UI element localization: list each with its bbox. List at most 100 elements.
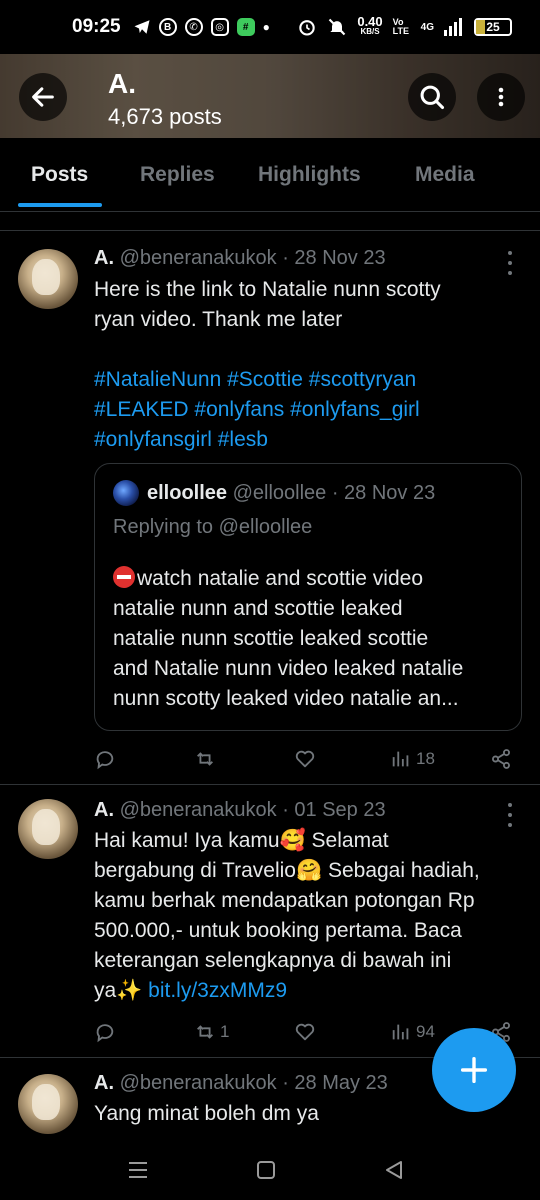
quoted-text-line: watch natalie and scottie video (137, 567, 424, 590)
alarm-icon (299, 20, 316, 36)
post-item[interactable]: A. @beneranakukok · 28 Nov 23 Here is th… (0, 231, 540, 784)
quoted-text: watch natalie and scottie video natalie … (113, 564, 513, 714)
no-entry-icon (113, 566, 135, 588)
post-more-button[interactable] (500, 251, 520, 275)
posts-count: 4,673 posts (108, 104, 222, 129)
signal-icon (444, 18, 462, 36)
like-button[interactable] (294, 744, 320, 774)
author-name[interactable]: A. (94, 799, 114, 821)
views-icon (392, 1024, 409, 1040)
instagram-icon: ◎ (210, 18, 229, 36)
views-button[interactable]: 18 (390, 744, 435, 774)
plus-icon (460, 1056, 488, 1084)
quoted-text-line: natalie nunn and scottie leaked (113, 597, 403, 620)
author-handle-date: @beneranakukok · 28 Nov 23 (119, 247, 386, 269)
author-name[interactable]: A. (94, 247, 114, 269)
more-vertical-icon (498, 87, 504, 107)
back-button[interactable] (19, 73, 67, 121)
tab-highlights[interactable]: Highlights (258, 138, 361, 212)
reply-icon (96, 1024, 114, 1043)
hashtags-line[interactable]: #LEAKED #onlyfans #onlyfans_girl (94, 395, 514, 425)
hashtags-line[interactable]: #onlyfansgirl #lesb (94, 425, 514, 455)
home-button[interactable] (254, 1158, 278, 1182)
repost-icon (197, 752, 213, 766)
system-nav-bar (0, 1140, 540, 1200)
post-text-line: Here is the link to Natalie nunn scotty (94, 278, 441, 301)
post-text-line: ryan video. Thank me later (94, 308, 343, 331)
views-button[interactable]: 94 (390, 1017, 435, 1047)
system-back-button[interactable] (382, 1158, 406, 1182)
views-icon (392, 751, 409, 767)
repost-count: 1 (220, 1022, 230, 1041)
telegram-icon (134, 20, 150, 34)
quoted-post[interactable]: elloollee @elloollee · 28 Nov 23 Replyin… (94, 463, 522, 731)
views-count: 18 (416, 749, 435, 768)
repost-button[interactable] (194, 744, 220, 774)
mute-icon (329, 18, 346, 36)
status-time: 09:25 (72, 16, 121, 37)
heart-icon (295, 750, 315, 768)
post-text: Here is the link to Natalie nunn scotty … (94, 275, 514, 455)
share-icon (492, 749, 510, 769)
status-bar: 09:25 B ✆ ◎ # ● 0.40 KB/S Vo LTE 4G 25 (0, 0, 540, 54)
author-handle-date: @beneranakukok · 28 May 23 (119, 1072, 388, 1094)
active-tab-indicator (18, 203, 102, 207)
battery-icon: 25 (474, 18, 512, 36)
avatar[interactable] (18, 799, 78, 859)
more-options-button[interactable] (477, 73, 525, 121)
repost-button[interactable]: 1 (194, 1017, 229, 1047)
tab-posts[interactable]: Posts (31, 138, 88, 212)
back-icon (386, 1161, 402, 1179)
author-name[interactable]: A. (94, 1072, 114, 1094)
home-icon (257, 1161, 275, 1179)
post-item[interactable]: A. @beneranakukok · 01 Sep 23 Hai kamu! … (0, 785, 540, 1057)
profile-header: A. 4,673 posts (0, 54, 540, 138)
hashtags-line[interactable]: #NatalieNunn #Scottie #scottyryan (94, 365, 514, 395)
quoted-text-line: natalie nunn scottie leaked scottie (113, 627, 429, 650)
reply-button[interactable] (94, 744, 120, 774)
profile-name: A. (108, 68, 136, 99)
b-badge-icon: B (158, 18, 177, 36)
post-text-line: Hai kamu! Iya kamu🥰 Selamat (94, 829, 389, 852)
tab-media[interactable]: Media (415, 138, 475, 212)
quoted-replying-to: Replying to @elloollee (113, 516, 313, 538)
quoted-text-line: and Natalie nunn video leaked natalie (113, 657, 464, 680)
post-text-line: bergabung di Travelio🤗 Sebagai hadiah, (94, 859, 480, 882)
profile-tabs: Posts Replies Highlights Media (0, 138, 540, 212)
network-label: 4G (420, 21, 434, 33)
views-count: 94 (416, 1022, 435, 1041)
volte-label: Vo LTE (392, 17, 409, 36)
post-text-line: keterangan selengkapnya di bawah ini (94, 949, 452, 972)
search-button[interactable] (408, 73, 456, 121)
search-icon (420, 85, 445, 110)
avatar[interactable] (18, 1074, 78, 1134)
app-badge-icon: # (236, 18, 255, 36)
arrow-left-icon (32, 87, 54, 107)
net-speed: 0.40 (357, 14, 383, 29)
post-text-line: ya✨ (94, 979, 149, 1002)
quoted-text-line: nunn scotty leaked video natalie an... (113, 687, 459, 710)
like-button[interactable] (294, 1017, 320, 1047)
quoted-author-name: elloollee (147, 482, 228, 504)
share-button[interactable] (490, 744, 512, 774)
repost-icon (197, 1025, 213, 1039)
tab-replies[interactable]: Replies (140, 138, 215, 212)
net-speed-unit: KB/S (360, 27, 380, 36)
recent-apps-button[interactable] (126, 1158, 150, 1182)
whatsapp-icon: ✆ (184, 18, 203, 36)
heart-icon (295, 1023, 315, 1041)
compose-button[interactable] (432, 1028, 516, 1112)
quoted-avatar (113, 480, 139, 506)
post-text: Hai kamu! Iya kamu🥰 Selamat bergabung di… (94, 826, 524, 1006)
post-actions: 18 (94, 744, 524, 774)
author-handle-date: @beneranakukok · 01 Sep 23 (119, 799, 386, 821)
avatar[interactable] (18, 249, 78, 309)
post-link[interactable]: bit.ly/3zxMMz9 (148, 979, 287, 1002)
post-more-button[interactable] (500, 803, 520, 827)
post-text-line: 500.000,- untuk booking pertama. Baca (94, 919, 462, 942)
dot-icon: ● (262, 20, 270, 34)
post-text-line: kamu berhak mendapatkan potongan Rp (94, 889, 475, 912)
battery-percent: 25 (486, 20, 500, 34)
reply-icon (96, 751, 114, 770)
reply-button[interactable] (94, 1017, 120, 1047)
